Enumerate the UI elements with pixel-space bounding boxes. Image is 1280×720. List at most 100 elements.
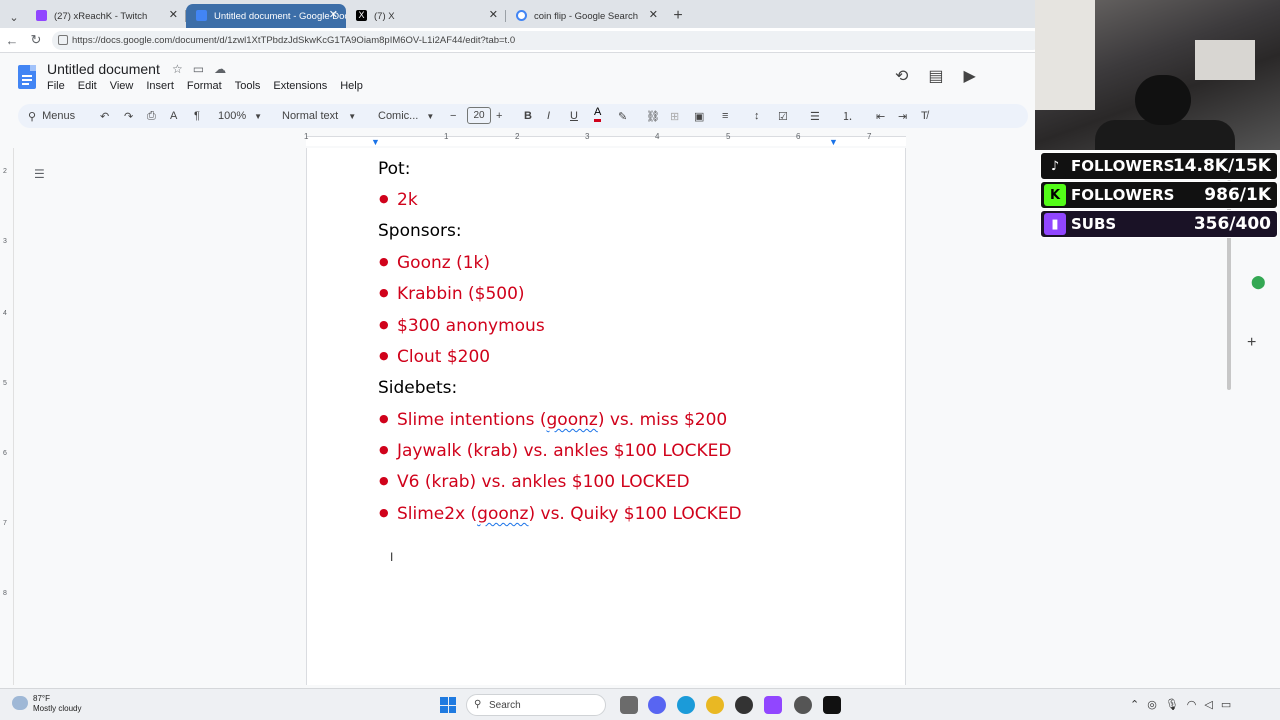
close-tab-icon[interactable]: ✕ xyxy=(169,8,178,21)
close-tab-icon[interactable]: ✕ xyxy=(329,8,338,21)
version-history-icon[interactable]: ⟲ xyxy=(895,66,908,86)
ruler-track[interactable] xyxy=(306,136,906,146)
browser-tab-twitch[interactable]: (27) xReachK - Twitch ✕ xyxy=(26,4,186,28)
line-spacing-icon[interactable]: ↕ xyxy=(754,104,760,128)
reload-icon[interactable]: ↻ xyxy=(24,28,48,52)
print-icon[interactable]: ⎙ xyxy=(147,104,156,128)
browser-tab-google-search[interactable]: coin flip - Google Search ✕ xyxy=(506,4,666,28)
move-folder-icon[interactable]: ▭ xyxy=(193,62,204,76)
spelling-flagged-word[interactable]: goonz xyxy=(477,504,528,524)
battery-icon[interactable]: ▭ xyxy=(1221,698,1231,711)
menu-extensions[interactable]: Extensions xyxy=(273,80,327,92)
add-addon-icon[interactable]: + xyxy=(1247,334,1256,352)
wifi-icon[interactable]: ◠ xyxy=(1187,698,1197,711)
menu-tools[interactable]: Tools xyxy=(235,80,261,92)
font-select[interactable]: Comic... ▼ xyxy=(378,104,434,128)
document-title[interactable]: Untitled document xyxy=(47,61,160,77)
underline-icon[interactable]: U xyxy=(570,104,578,128)
maps-icon[interactable]: ⬤ xyxy=(1251,274,1266,290)
menu-format[interactable]: Format xyxy=(187,80,222,92)
list-item: Clout $200 xyxy=(379,347,490,367)
text-run: V6 (krab) vs. ankles $100 LOCKED xyxy=(397,472,690,492)
increase-font-icon[interactable]: + xyxy=(496,104,502,128)
bulleted-list-icon[interactable]: ☰ xyxy=(810,104,820,128)
menu-help[interactable]: Help xyxy=(340,80,363,92)
weather-widget[interactable]: 87°F Mostly cloudy xyxy=(12,694,81,714)
italic-icon[interactable]: I xyxy=(547,104,550,128)
search-menus-button[interactable]: ⚲ Menus xyxy=(28,104,75,128)
ruler-number: 1 xyxy=(444,132,449,141)
font-size-input[interactable]: 20 xyxy=(467,107,491,124)
menu-edit[interactable]: Edit xyxy=(78,80,97,92)
redo-icon[interactable]: ↷ xyxy=(124,104,133,128)
indent-marker-icon[interactable]: ▼ xyxy=(371,137,380,147)
decrease-indent-icon[interactable]: ⇤ xyxy=(876,104,885,128)
url-text: https://docs.google.com/document/d/1zwl1… xyxy=(72,35,516,46)
browser-tab-x[interactable]: X (7) X ✕ xyxy=(346,4,506,28)
tab-search-chevron-icon[interactable]: ⌄ xyxy=(4,6,24,28)
vruler-number: 5 xyxy=(3,380,7,387)
back-arrow-icon[interactable]: ← xyxy=(0,28,24,52)
close-tab-icon[interactable]: ✕ xyxy=(649,8,658,21)
site-info-icon[interactable] xyxy=(58,35,68,45)
align-icon[interactable]: ≡ xyxy=(722,104,728,128)
tiktok-icon: ♪ xyxy=(1044,155,1066,177)
paint-format-icon[interactable]: ¶ xyxy=(194,104,200,128)
media-player-icon[interactable] xyxy=(735,696,753,714)
start-button[interactable] xyxy=(440,697,456,713)
zoom-select[interactable]: 100% ▼ xyxy=(218,104,262,128)
settings-icon[interactable] xyxy=(794,696,812,714)
list-item: Slime2x (goonz) vs. Quiky $100 LOCKED xyxy=(379,504,742,524)
url-field[interactable]: https://docs.google.com/document/d/1zwl1… xyxy=(52,31,1042,50)
windows-taskbar: 87°F Mostly cloudy ⚲ Search ⌃ ◎ 🎙︎ ◠ ◁ ▭ xyxy=(0,688,1280,720)
ruler-number: 2 xyxy=(515,132,520,141)
highlight-icon[interactable]: ✎ xyxy=(618,104,627,128)
comments-icon[interactable]: ▤ xyxy=(928,66,943,86)
text-run: Slime2x ( xyxy=(397,504,478,524)
file-explorer-icon[interactable] xyxy=(620,696,638,714)
twitch-app-icon[interactable] xyxy=(764,696,782,714)
pot-heading: Pot: xyxy=(378,159,411,179)
new-tab-button[interactable]: + xyxy=(666,4,690,28)
meet-icon[interactable]: ▶ xyxy=(964,66,976,86)
text-run: ) vs. miss $200 xyxy=(597,410,728,430)
tiktok-app-icon[interactable] xyxy=(823,696,841,714)
tab-label: (7) X xyxy=(374,10,395,22)
spelling-flagged-word[interactable]: goonz xyxy=(547,410,598,430)
spellcheck-icon[interactable]: A xyxy=(170,104,177,128)
tiktok-followers-goal: ♪ FOLLOWERS 14.8K/15K xyxy=(1040,152,1278,180)
right-indent-marker-icon[interactable]: ▼ xyxy=(829,137,838,147)
document-outline-icon[interactable]: ☰ xyxy=(34,167,46,181)
taskbar-search[interactable]: ⚲ Search xyxy=(466,694,606,716)
text-color-icon[interactable]: A xyxy=(594,104,602,122)
insert-image-icon[interactable]: ▣ xyxy=(694,104,704,128)
decrease-font-icon[interactable]: − xyxy=(450,104,456,128)
volume-icon[interactable]: ◁ xyxy=(1204,698,1212,711)
cloud-status-icon[interactable]: ☁ xyxy=(214,62,226,76)
network-icon[interactable]: ◎ xyxy=(1147,698,1157,711)
star-icon[interactable]: ☆ xyxy=(172,62,183,76)
menu-view[interactable]: View xyxy=(110,80,134,92)
add-comment-icon[interactable]: ⊞ xyxy=(670,104,679,128)
vruler-number: 8 xyxy=(3,590,7,597)
document-page[interactable]: Pot: 2k Sponsors: Goonz (1k) Krabbin ($5… xyxy=(306,148,906,685)
increase-indent-icon[interactable]: ⇥ xyxy=(898,104,907,128)
docs-logo-icon[interactable] xyxy=(18,65,36,89)
menu-insert[interactable]: Insert xyxy=(146,80,174,92)
chevron-up-icon[interactable]: ⌃ xyxy=(1130,698,1139,711)
menu-file[interactable]: File xyxy=(47,80,65,92)
microphone-icon[interactable]: 🎙︎ xyxy=(1165,698,1179,711)
close-tab-icon[interactable]: ✕ xyxy=(489,8,498,21)
style-select[interactable]: Normal text ▼ xyxy=(282,104,356,128)
checklist-icon[interactable]: ☑ xyxy=(778,104,788,128)
edge-icon[interactable] xyxy=(677,696,695,714)
browser-tab-google-docs[interactable]: Untitled document - Google Docs ✕ xyxy=(186,4,346,28)
discord-icon[interactable] xyxy=(648,696,666,714)
numbered-list-icon[interactable]: ⒈ xyxy=(842,104,853,128)
clear-formatting-icon[interactable]: T̸ xyxy=(921,104,928,128)
undo-icon[interactable]: ↶ xyxy=(100,104,109,128)
list-item: Krabbin ($500) xyxy=(379,284,525,304)
link-icon[interactable]: ⛓ xyxy=(646,104,660,128)
chrome-icon[interactable] xyxy=(706,696,724,714)
bold-icon[interactable]: B xyxy=(524,104,532,128)
